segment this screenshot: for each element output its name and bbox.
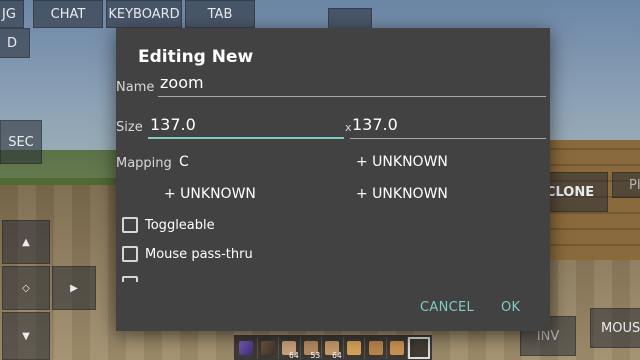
size-height-input[interactable]: 137.0: [350, 115, 546, 139]
hotbar-slot[interactable]: 53: [301, 337, 323, 360]
mouse-passthru-label: Mouse pass-thru: [145, 246, 253, 262]
clone-label: CLONE: [545, 184, 595, 200]
top-left-button[interactable]: JG: [0, 0, 24, 28]
item-count: 64: [332, 351, 342, 360]
dpad-right-button[interactable]: ▶: [52, 266, 96, 310]
dpad-up-button[interactable]: ▲: [2, 220, 50, 264]
size-width-input[interactable]: 137.0: [148, 115, 344, 139]
top-center-button[interactable]: [328, 8, 372, 30]
tab-button[interactable]: TAB: [185, 0, 255, 28]
scrolled-option: [122, 276, 322, 282]
left-edge-button[interactable]: D: [0, 28, 30, 58]
chat-button[interactable]: CHAT: [33, 0, 103, 28]
cancel-button[interactable]: CANCEL: [420, 300, 474, 315]
mouse-passthru-option[interactable]: Mouse pass-thru: [122, 246, 253, 262]
left-edge-label: D: [6, 35, 17, 51]
dialog-title: Editing New: [138, 47, 254, 67]
item-count: 64: [289, 351, 299, 360]
up-arrow-icon: ▲: [22, 236, 30, 248]
mapping-key-4[interactable]: + UNKNOWN: [356, 186, 448, 202]
sec-button[interactable]: SEC: [0, 120, 42, 164]
mapping-key-3[interactable]: + UNKNOWN: [164, 186, 256, 202]
chat-label: CHAT: [50, 6, 86, 22]
stick-icon: [260, 341, 275, 355]
sword-icon: [239, 341, 254, 355]
diamond-icon: ◇: [22, 282, 30, 294]
sec-label: SEC: [8, 134, 34, 150]
item-icon: [390, 341, 405, 355]
keyboard-label: KEYBOARD: [108, 6, 180, 22]
hotbar-slot-selected[interactable]: [408, 337, 430, 359]
size-width-value: 137.0: [150, 115, 196, 134]
dpad-center-button[interactable]: ◇: [2, 266, 50, 310]
hotbar: 64 53 64: [234, 335, 432, 360]
top-left-label: JG: [2, 6, 16, 22]
size-height-value: 137.0: [352, 115, 398, 134]
mapping-label: Mapping: [116, 156, 172, 171]
mouse-label: MOUSE: [601, 320, 640, 336]
name-input[interactable]: zoom: [158, 73, 546, 97]
clipped-checkbox[interactable]: [122, 276, 138, 282]
keyboard-button[interactable]: KEYBOARD: [106, 0, 182, 28]
edit-control-dialog: Editing New Name zoom Size 137.0 x 137.0…: [116, 28, 550, 331]
item-count: 53: [310, 351, 321, 360]
right-arrow-icon: ▶: [70, 282, 78, 294]
mouse-passthru-checkbox[interactable]: [122, 246, 138, 262]
hotbar-slot[interactable]: [236, 337, 258, 359]
right-edge-label: PI: [629, 177, 640, 193]
mouse-button[interactable]: MOUSE: [590, 308, 640, 348]
hotbar-slot[interactable]: [344, 337, 366, 359]
mapping-key-1[interactable]: C: [179, 154, 189, 170]
lantern-icon: [368, 341, 383, 355]
size-label: Size: [116, 120, 143, 135]
hotbar-slot[interactable]: 64: [279, 337, 301, 360]
dpad-down-button[interactable]: ▼: [2, 312, 50, 360]
right-edge-button[interactable]: PI: [612, 172, 640, 198]
name-value: zoom: [160, 73, 204, 92]
ok-button[interactable]: OK: [501, 300, 520, 315]
hotbar-slot[interactable]: [365, 337, 387, 359]
down-arrow-icon: ▼: [22, 330, 30, 342]
toggleable-label: Toggleable: [145, 217, 215, 233]
hotbar-slot[interactable]: [258, 337, 280, 359]
torch-icon: [347, 341, 361, 355]
hotbar-slot[interactable]: [387, 337, 409, 359]
tab-label: TAB: [207, 6, 233, 22]
hotbar-slot[interactable]: 64: [322, 337, 344, 360]
toggleable-checkbox[interactable]: [122, 217, 138, 233]
toggleable-option[interactable]: Toggleable: [122, 217, 215, 233]
mapping-key-2[interactable]: + UNKNOWN: [356, 154, 448, 170]
name-label: Name: [116, 80, 155, 95]
